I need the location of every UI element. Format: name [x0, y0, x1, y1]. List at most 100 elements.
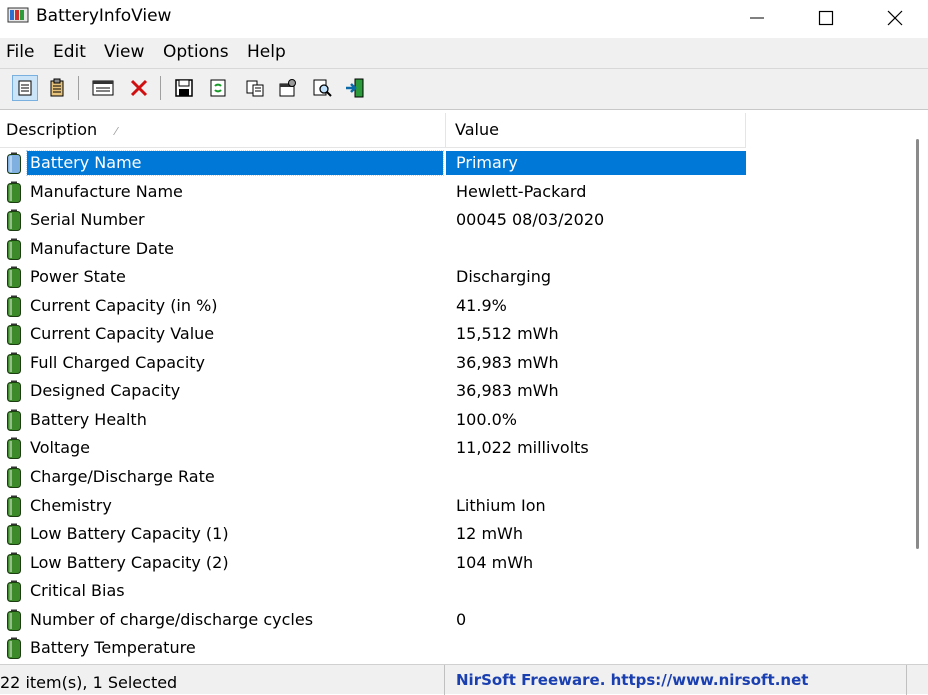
menu-file[interactable]: File: [6, 42, 34, 62]
row-value: 100.0%: [456, 409, 518, 429]
row-description: Designed Capacity: [30, 381, 181, 401]
battery-icon: [7, 352, 21, 374]
delete-button[interactable]: [126, 75, 152, 101]
table-row[interactable]: Full Charged Capacity 36,983 mWh: [0, 349, 746, 378]
vertical-scrollbar[interactable]: [906, 113, 928, 664]
copy-button[interactable]: [242, 75, 268, 101]
battery-icon: [7, 238, 21, 260]
table-row[interactable]: Battery Name Primary: [0, 149, 746, 178]
row-description: Manufacture Name: [30, 181, 183, 201]
red-x-icon: [130, 79, 148, 97]
menu-help[interactable]: Help: [247, 42, 286, 62]
battery-log-button[interactable]: [44, 75, 70, 101]
magnifier-icon: [313, 79, 332, 97]
column-header-value[interactable]: Value: [446, 113, 746, 147]
maximize-icon: [818, 10, 834, 26]
row-value: [446, 579, 746, 603]
floppy-icon: [175, 79, 193, 97]
battery-icon: [7, 295, 21, 317]
battery-icon: [7, 152, 21, 174]
row-description: Current Capacity (in %): [30, 295, 218, 315]
properties-button[interactable]: [275, 75, 301, 101]
window-icon: [92, 80, 114, 96]
row-description: Low Battery Capacity (2): [30, 552, 229, 572]
close-button[interactable]: [860, 0, 928, 36]
exit-icon: [346, 78, 364, 98]
row-description: Chemistry: [30, 495, 112, 515]
menu-options[interactable]: Options: [163, 42, 229, 62]
battery-icon: [7, 495, 21, 517]
menu-edit[interactable]: Edit: [53, 42, 86, 62]
battery-icon: [7, 181, 21, 203]
menu-view[interactable]: View: [104, 42, 144, 62]
minimize-button[interactable]: [722, 0, 792, 36]
exit-button[interactable]: [343, 75, 369, 101]
minimize-icon: [750, 17, 764, 19]
nirsoft-link[interactable]: NirSoft Freeware. https://www.nirsoft.ne…: [456, 671, 808, 689]
window-title: BatteryInfoView: [36, 6, 172, 26]
row-value: 00045 08/03/2020: [456, 210, 605, 230]
row-value: Primary: [446, 151, 746, 175]
table-row[interactable]: Voltage 11,022 millivolts: [0, 434, 746, 463]
scrollbar-thumb[interactable]: [916, 139, 919, 549]
row-value: 12 mWh: [456, 524, 523, 544]
refresh-button[interactable]: [205, 75, 231, 101]
table-row[interactable]: Low Battery Capacity (1) 12 mWh: [0, 520, 746, 549]
table-row[interactable]: Charge/Discharge Rate: [0, 463, 746, 492]
battery-icon: [7, 466, 21, 489]
save-button[interactable]: [171, 75, 197, 101]
maximize-button[interactable]: [791, 0, 861, 36]
row-value: 36,983 mWh: [456, 381, 559, 401]
row-value: 41.9%: [456, 295, 507, 315]
copy-icon: [246, 80, 264, 97]
find-button[interactable]: [309, 75, 335, 101]
row-description: Voltage: [30, 438, 91, 458]
row-value: 36,983 mWh: [456, 352, 559, 372]
battery-icon: [7, 409, 21, 431]
battery-app-icon: [7, 7, 29, 23]
battery-icon: [7, 552, 21, 574]
table-row[interactable]: Current Capacity (in %) 41.9%: [0, 292, 746, 321]
table-row[interactable]: Low Battery Capacity (2) 104 mWh: [0, 549, 746, 578]
row-description: Low Battery Capacity (1): [30, 524, 229, 544]
column-header-description[interactable]: Description ⁄: [0, 113, 446, 147]
refresh-icon: [210, 79, 226, 97]
battery-icon: [7, 437, 21, 460]
window-button[interactable]: [90, 75, 116, 101]
row-description: Battery Temperature: [30, 638, 196, 658]
table-row[interactable]: Battery Temperature: [0, 634, 746, 663]
toolbar-separator: [78, 76, 79, 100]
table-row[interactable]: Designed Capacity 36,983 mWh: [0, 377, 746, 406]
table-row[interactable]: Current Capacity Value 15,512 mWh: [0, 320, 746, 349]
table-row[interactable]: Manufacture Date: [0, 235, 746, 264]
battery-icon: [7, 380, 21, 403]
close-icon: [887, 10, 903, 26]
table-row[interactable]: Number of charge/discharge cycles 0: [0, 606, 746, 635]
row-value: Hewlett-Packard: [456, 181, 587, 201]
row-value: [446, 465, 746, 489]
row-description: Current Capacity Value: [30, 324, 215, 344]
column-header-description-label: Description: [6, 120, 98, 139]
list-header: Description ⁄ Value: [0, 113, 746, 148]
general-mode-button[interactable]: [12, 75, 38, 101]
table-row[interactable]: Manufacture Name Hewlett-Packard: [0, 178, 746, 207]
battery-icon: [7, 323, 21, 346]
row-description: Serial Number: [30, 210, 145, 230]
row-description: Charge/Discharge Rate: [30, 467, 215, 487]
table-row[interactable]: Serial Number 00045 08/03/2020: [0, 206, 746, 235]
battery-info-list[interactable]: Description ⁄ Value Battery Name Primary Ma…: [0, 113, 928, 664]
row-description: Number of charge/discharge cycles: [30, 609, 314, 629]
row-value: [446, 636, 746, 660]
row-value: 15,512 mWh: [456, 324, 559, 344]
row-value: 0: [456, 609, 467, 629]
battery-icon: [7, 523, 21, 546]
table-row[interactable]: Chemistry Lithium Ion: [0, 492, 746, 521]
table-row[interactable]: Power State Discharging: [0, 263, 746, 292]
row-value: 11,022 millivolts: [456, 438, 589, 458]
menu-bar: File Edit View Options Help: [0, 38, 928, 68]
row-description: Battery Health: [30, 409, 147, 429]
table-row[interactable]: Battery Health 100.0%: [0, 406, 746, 435]
title-bar: BatteryInfoView: [0, 0, 928, 36]
properties-icon: [279, 79, 296, 97]
table-row[interactable]: Critical Bias: [0, 577, 746, 606]
